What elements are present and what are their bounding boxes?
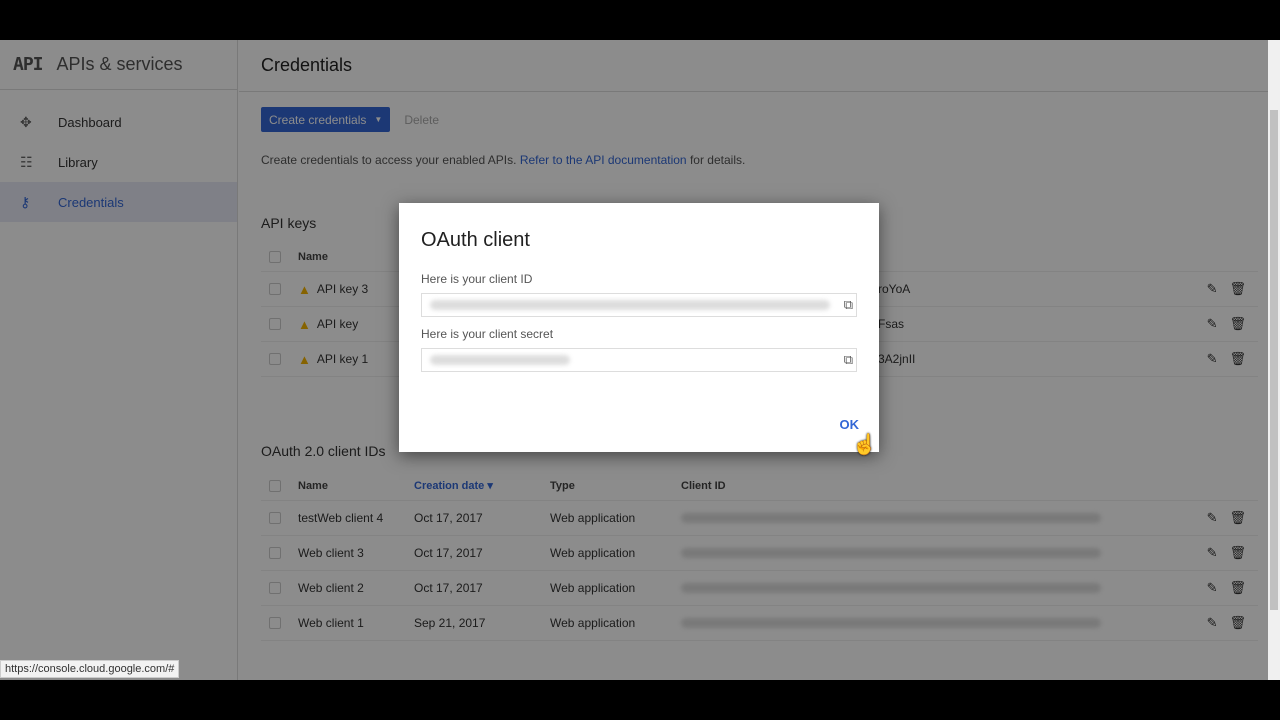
client-id-field[interactable]: ⧉ [421,293,857,317]
client-id-label: Here is your client ID [421,272,533,286]
dialog-title: OAuth client [421,229,530,251]
copy-icon[interactable]: ⧉ [844,297,853,313]
hand-cursor-icon: ☝ [852,434,877,456]
scrollbar[interactable] [1268,40,1280,680]
client-secret-field[interactable]: ⧉ [421,348,857,372]
ok-button[interactable]: OK [840,417,860,432]
copy-icon[interactable]: ⧉ [844,352,853,368]
oauth-client-dialog: OAuth client Here is your client ID ⧉ He… [399,203,879,452]
app: API APIs & services ✥ Dashboard ☷ Library ⚷… [0,40,1280,680]
status-url: https://console.cloud.google.com/# [0,660,180,678]
client-secret-label: Here is your client secret [421,327,554,341]
